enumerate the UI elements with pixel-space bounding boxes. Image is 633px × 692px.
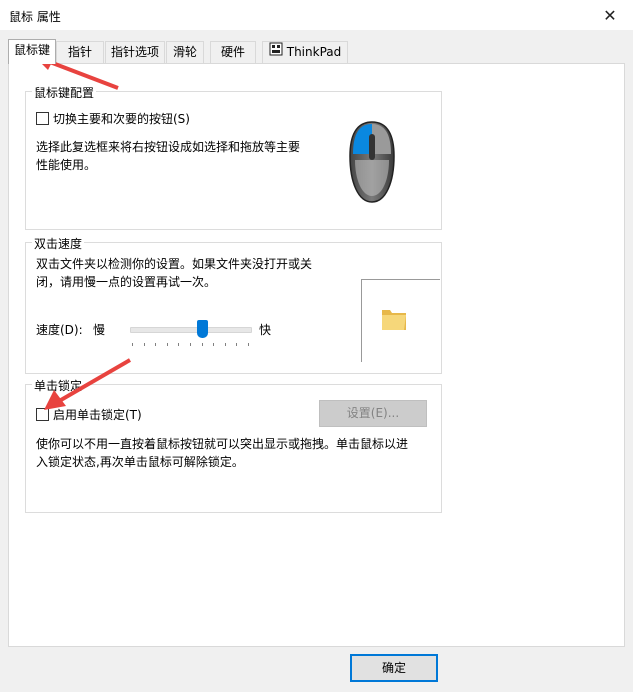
slider-tick: [143, 343, 145, 346]
speed-slider-track[interactable]: [130, 327, 252, 333]
swap-buttons-checkbox[interactable]: [36, 112, 49, 125]
slider-tick: [236, 343, 238, 346]
tab-thinkpad[interactable]: ThinkPad: [262, 41, 348, 63]
description-line: 性能使用。: [36, 158, 97, 172]
tab-panel: 鼠标键配置 切换主要和次要的按钮(S) 选择此复选框来将右按钮设成如选择和拖放等…: [8, 63, 625, 647]
window-title: 鼠标 属性: [9, 10, 61, 24]
thinkpad-icon: [269, 42, 283, 63]
slider-tick: [190, 343, 191, 346]
double-click-description: 双击文件夹以检测你的设置。如果文件夹没打开或关 闭，请用慢一点的设置再试一次。: [36, 255, 312, 291]
tab-label: ThinkPad: [286, 45, 342, 59]
click-lock-description: 使你可以不用一直按着鼠标按钮就可以突出显示或拖拽。单击鼠标以进 入锁定状态,再次…: [36, 435, 408, 471]
close-icon: ✕: [603, 5, 617, 25]
slider-tick: [155, 343, 157, 346]
slow-label: 慢: [93, 323, 106, 337]
swap-buttons-checkbox-row[interactable]: 切换主要和次要的按钮(S): [36, 110, 190, 127]
slider-tick: [166, 343, 168, 346]
double-click-test-area[interactable]: [361, 279, 440, 362]
tab-label: 滑轮: [172, 45, 197, 59]
slider-tick: [178, 343, 180, 346]
double-click-speed-group: 双击速度 双击文件夹以检测你的设置。如果文件夹没打开或关 闭，请用慢一点的设置再…: [25, 235, 442, 374]
folder-icon[interactable]: [380, 306, 408, 335]
description-line: 入锁定状态,再次单击鼠标可解除锁定。: [36, 455, 244, 469]
tab-buttons[interactable]: 鼠标键: [8, 39, 56, 64]
slider-tick: [224, 343, 226, 346]
swap-buttons-label: 切换主要和次要的按钮(S): [53, 112, 190, 126]
button-config-group: 鼠标键配置 切换主要和次要的按钮(S) 选择此复选框来将右按钮设成如选择和拖放等…: [25, 84, 442, 230]
tab-label: 鼠标键: [13, 43, 50, 57]
slider-tick: [201, 343, 203, 346]
title-bar: 鼠标 属性 ✕: [0, 0, 633, 30]
mouse-properties-dialog: 鼠标 属性 ✕ 鼠标键 指针 指针选项 滑轮 硬件 ThinkPad 鼠标键配置…: [0, 0, 633, 692]
ok-button[interactable]: 确定: [350, 654, 438, 682]
description-line: 闭，请用慢一点的设置再试一次。: [36, 275, 217, 289]
tab-hardware[interactable]: 硬件: [210, 41, 256, 63]
slider-tick: [248, 343, 249, 346]
description-line: 双击文件夹以检测你的设置。如果文件夹没打开或关: [36, 257, 313, 271]
tab-label: 硬件: [220, 45, 245, 59]
slider-tick: [132, 343, 133, 346]
description-line: 使你可以不用一直按着鼠标按钮就可以突出显示或拖拽。单击鼠标以进: [36, 437, 409, 451]
click-lock-settings-button[interactable]: 设置(E)...: [319, 400, 427, 427]
annotation-arrow-icon: [44, 358, 132, 410]
button-config-description: 选择此复选框来将右按钮设成如选择和拖放等主要 性能使用。: [36, 138, 300, 174]
tab-wheel[interactable]: 滑轮: [166, 41, 204, 63]
close-button[interactable]: ✕: [587, 0, 633, 30]
description-line: 选择此复选框来将右按钮设成如选择和拖放等主要: [36, 140, 301, 154]
mouse-icon: [346, 120, 398, 207]
fast-label: 快: [259, 323, 272, 337]
slider-tick: [213, 343, 215, 346]
speed-label: 速度(D):: [36, 323, 83, 337]
group-title: 双击速度: [32, 235, 85, 252]
speed-slider-thumb[interactable]: [196, 320, 208, 338]
